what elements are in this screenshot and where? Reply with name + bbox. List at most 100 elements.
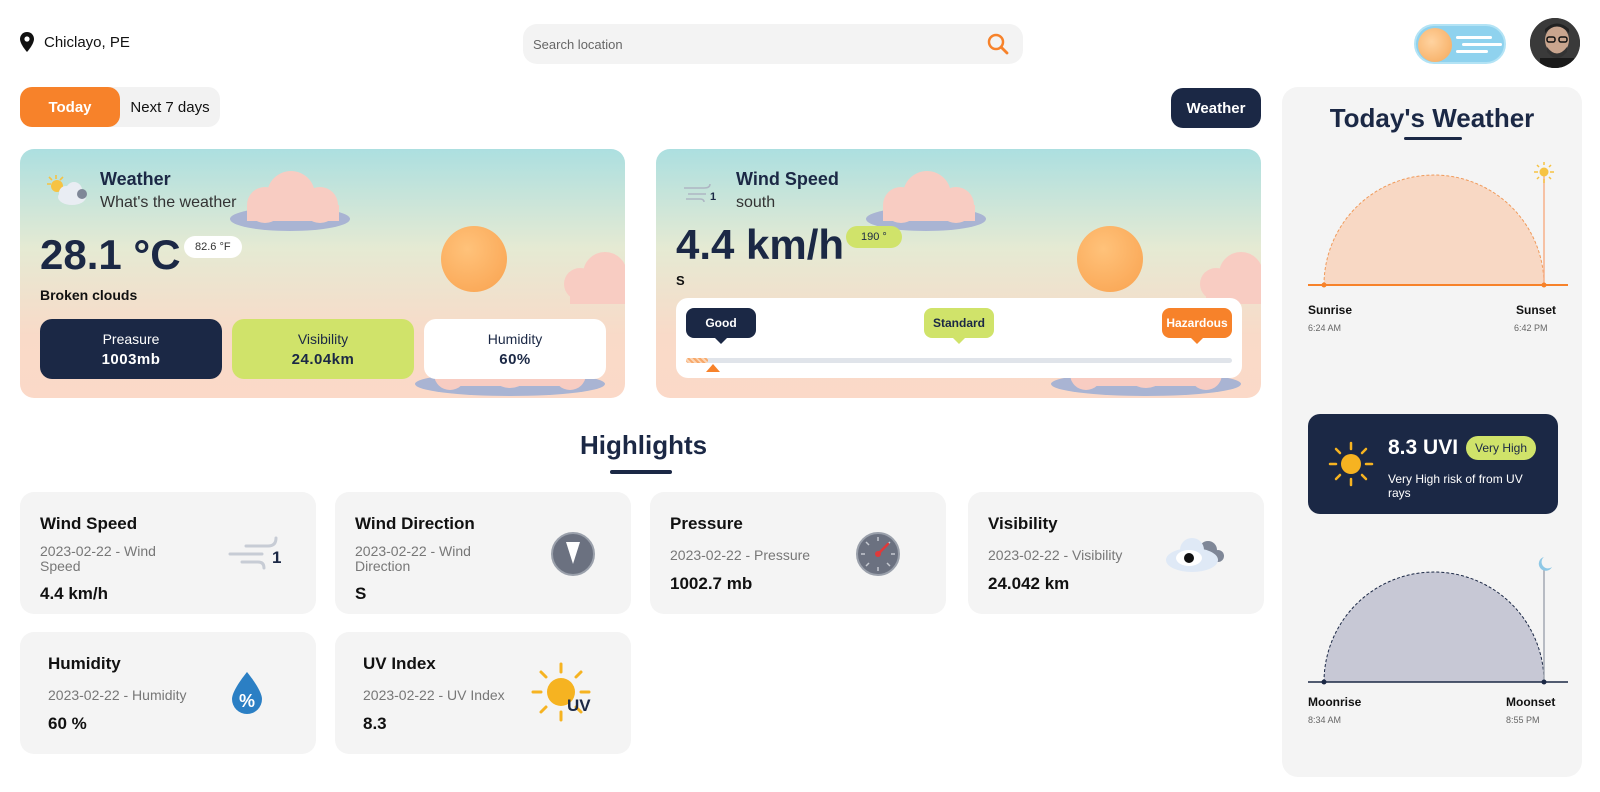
highlight-date: 2023-02-22 - Pressure [670, 547, 811, 563]
highlight-date: 2023-02-22 - Humidity [48, 687, 187, 703]
cloud-decoration [564, 252, 625, 304]
highlight-date: 2023-02-22 - Wind Direction [355, 543, 471, 574]
wind-scale: Good Standard Hazardous [676, 298, 1242, 378]
day-tabs: Today Next 7 days [20, 87, 220, 127]
highlight-title: Visibility [988, 514, 1058, 533]
map-pin-icon [20, 32, 34, 52]
moonrise-time: 8:34 AM [1308, 715, 1342, 725]
uvi-value: 8.3 UVI [1388, 436, 1459, 459]
scale-standard-tooltip: Standard [924, 308, 994, 344]
humidity-drop-icon: % [232, 672, 262, 714]
wind-icon-number: 1 [710, 191, 717, 203]
eye-cloud-icon [1166, 538, 1224, 572]
tab-today[interactable]: Today [20, 87, 120, 127]
uvi-description: Very High risk of from UV rays [1388, 472, 1523, 500]
highlight-title: Pressure [670, 514, 743, 533]
theme-toggle[interactable] [1414, 24, 1506, 64]
search-icon[interactable] [987, 33, 1009, 55]
pressure-value: 1003mb [101, 350, 161, 368]
wind-icon-number: 1 [272, 548, 282, 567]
highlight-title: Wind Speed [40, 514, 138, 533]
moonrise-label: Moonrise [1308, 695, 1362, 709]
panel-title-underline [1404, 137, 1462, 140]
wind-speed-value: 4.4 km/h [676, 221, 845, 268]
highlight-wind-direction-card: Wind Direction 2023-02-22 - Wind Directi… [335, 492, 631, 614]
temperature-celsius: 28.1 °C [40, 231, 181, 278]
wind-card-subtitle: south [736, 194, 776, 211]
weather-card: Weather What's the weather 28.1 °C 82.6 … [20, 149, 625, 398]
scale-marker-icon [705, 364, 720, 372]
compass-icon [551, 532, 595, 576]
humidity-label: Humidity [487, 330, 543, 347]
uvi-level-badge: Very High [1466, 436, 1537, 460]
sunrise-time: 6:24 AM [1308, 323, 1342, 333]
wind-direction-code: S [676, 273, 685, 288]
highlight-title: Wind Direction [355, 514, 475, 533]
highlight-value: 8.3 [363, 714, 387, 733]
pressure-stat: Preasure 1003mb [40, 319, 222, 379]
moonset-time: 8:55 PM [1506, 715, 1540, 725]
pressure-gauge-icon [856, 532, 900, 576]
humidity-drop-symbol: % [238, 691, 255, 711]
tab-next-7-days[interactable]: Next 7 days [120, 87, 220, 127]
cloud-decoration [866, 171, 986, 231]
scale-fill [686, 358, 708, 363]
avatar[interactable] [1530, 18, 1580, 68]
highlight-date: 2023-02-22 - Visibility [988, 547, 1123, 563]
location-display: Chiclayo, PE [20, 32, 130, 52]
user-photo [1530, 18, 1580, 68]
highlight-title: UV Index [363, 654, 436, 673]
highlight-date: 2023-02-22 - Wind Speed [40, 543, 156, 574]
wind-card: 1 Wind Speed south 4.4 km/h 190 ° S Good… [656, 149, 1261, 398]
weather-card-subtitle: What's the weather [100, 194, 237, 211]
highlights-title: Highlights [580, 430, 708, 460]
highlight-value: 4.4 km/h [40, 584, 109, 603]
scale-good-tooltip: Good [686, 308, 756, 344]
highlight-pressure-card: Pressure 2023-02-22 - Pressure 1002.7 mb [650, 492, 946, 614]
weather-button[interactable]: Weather [1171, 88, 1261, 128]
visibility-stat: Visibility 24.04km [232, 319, 414, 379]
highlight-value: S [355, 584, 367, 603]
sunrise-label: Sunrise [1308, 303, 1353, 317]
toggle-streak [1456, 50, 1488, 53]
sun-arc-chart [1308, 162, 1568, 288]
humidity-stat: Humidity 60% [424, 319, 606, 379]
search-input[interactable] [533, 36, 987, 52]
highlight-uv-index-card: UV Index 2023-02-22 - UV Index 8.3 UV [335, 632, 631, 754]
wind-icon: 1 [228, 536, 288, 572]
weather-card-title: Weather [100, 169, 171, 189]
highlight-humidity-card: Humidity 2023-02-22 - Humidity 60 % % [20, 632, 316, 754]
highlight-title: Humidity [48, 654, 121, 673]
moonset-label: Moonset [1506, 695, 1556, 709]
highlight-value: 24.042 km [988, 574, 1070, 593]
sun-decoration [1077, 226, 1143, 292]
todays-weather-panel: Today's Weather Sunrise 6:24 AM Sunset 6… [1282, 87, 1582, 777]
partly-cloudy-icon [47, 175, 87, 205]
moon-arc-chart [1308, 557, 1568, 685]
sunset-label: Sunset [1516, 303, 1557, 317]
wind-icon: 1 [682, 183, 722, 207]
sun-icon [1328, 441, 1374, 487]
toggle-streak [1456, 36, 1492, 39]
highlight-visibility-card: Visibility 2023-02-22 - Visibility 24.04… [968, 492, 1264, 614]
visibility-label: Visibility [297, 330, 349, 347]
pressure-label: Preasure [102, 330, 160, 347]
uvi-card: 8.3 UVI Very High Very High risk of from… [1308, 414, 1558, 514]
scale-track [686, 358, 1232, 372]
uv-sun-icon: UV [531, 662, 595, 726]
wind-degrees-badge: 190 ° [846, 226, 902, 248]
search-bar[interactable] [523, 24, 1023, 64]
visibility-value: 24.04km [291, 350, 355, 368]
highlight-value: 60 % [48, 714, 87, 733]
cloud-decoration [230, 171, 350, 231]
weather-condition: Broken clouds [40, 287, 138, 303]
uv-icon-label: UV [567, 696, 591, 715]
sun-icon [531, 662, 591, 722]
temperature-fahrenheit: 82.6 °F [184, 236, 242, 258]
location-text: Chiclayo, PE [44, 33, 130, 51]
highlight-wind-speed-card: Wind Speed 2023-02-22 - Wind Speed 4.4 k… [20, 492, 316, 614]
toggle-streak [1462, 43, 1502, 46]
humidity-value: 60% [499, 350, 531, 368]
wind-card-title: Wind Speed [736, 169, 839, 189]
scale-hazardous-tooltip: Hazardous [1162, 308, 1232, 344]
